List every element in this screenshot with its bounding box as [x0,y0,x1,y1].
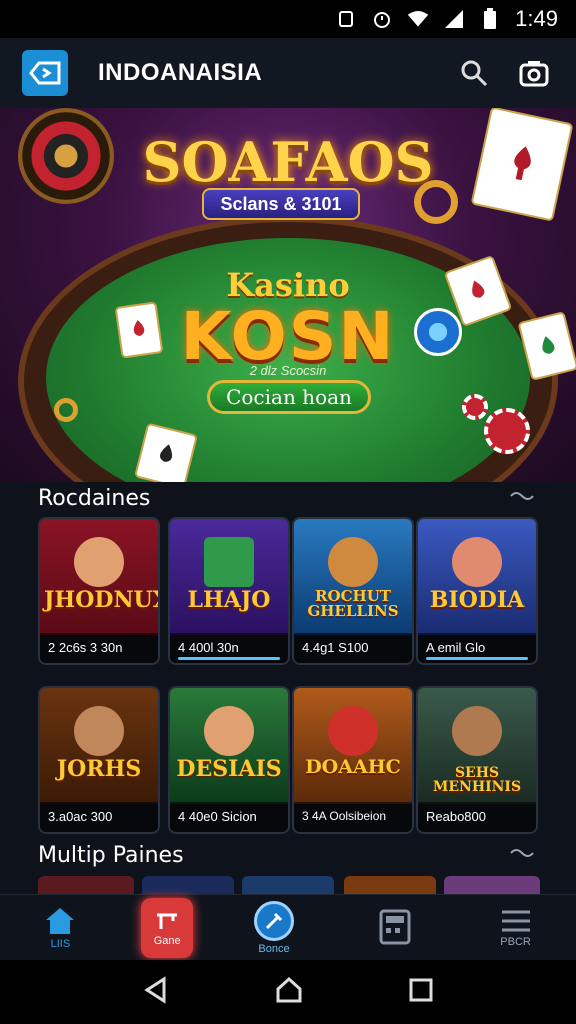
signal-icon [443,8,465,30]
game-title: LHAJO [187,587,271,613]
search-button[interactable] [454,53,494,93]
game-info: 4 40e0 Sicion [170,802,288,832]
blue-chip-icon [414,308,462,356]
nfc-icon [335,8,357,30]
game-info: 3.a0ac 300 [40,802,158,832]
game-title: DOAAHC [305,756,401,778]
game-tile-peek[interactable] [242,876,334,894]
game-title: SEHS MENHINIS [432,765,522,795]
alarm-icon [371,8,393,30]
game-tile-peek[interactable] [38,876,134,894]
tab-home[interactable]: LIIS [20,898,100,958]
game-tile-peek[interactable] [344,876,436,894]
battery-icon [479,8,501,30]
hero-cta-button[interactable]: Cocian hoan [207,380,371,414]
tab-bonus[interactable]: Bonce [234,898,314,958]
wifi-icon [407,8,429,30]
game-title: ROCHUT GHELLINS [307,587,399,620]
character-avatar [328,706,378,756]
hero-caption: 2 dlz Scocsin [249,363,327,378]
gold-ring-icon [54,398,78,422]
game-tile[interactable]: ROCHUT GHELLINS 4.4g1 S100 [292,517,414,665]
chip-icon [462,394,488,420]
recents-icon [409,978,433,1001]
game-title: BIODIA [429,587,525,613]
guitarist-avatar [74,706,124,756]
bottom-tab-bar: LIIS Gane Bonce PBCR [0,894,576,960]
cards-fan-icon [204,537,254,587]
character-avatar [452,537,502,587]
game-tile-peek[interactable] [142,876,234,894]
game-tile[interactable]: JHODNUX 2 2c6s 3 30n [38,517,160,665]
hero-title: SOAFAOS [142,130,434,194]
game-tile[interactable]: LHAJO 4 400l 30n [168,517,290,665]
camera-button[interactable] [514,53,554,93]
status-time: 1:49 [515,6,558,31]
fox-avatar [328,537,378,587]
camera-icon [519,61,549,87]
game-tile[interactable]: DESIAIS 4 40e0 Sicion [168,686,290,834]
section-more-icon[interactable] [510,845,534,864]
gold-horn-icon [414,180,458,224]
system-nav-bar [0,960,576,1024]
recents-button[interactable] [408,977,434,1008]
game-info: 2 2c6s 3 30n [40,633,158,663]
back-button[interactable] [142,975,170,1009]
home-outline-icon [276,976,302,1002]
game-title: JORHS [56,756,142,782]
status-bar: 1:49 [0,0,576,38]
tab-label: LIIS [50,937,71,950]
game-info: 4.4g1 S100 [294,633,412,663]
game-title: JHODNUX [44,587,160,613]
game-title: DESIAIS [176,756,282,782]
search-icon [461,60,488,87]
home-icon [46,907,75,934]
section-title: Rocdaines [38,486,151,511]
hero-subtitle: Sclans & 3101 [202,188,360,220]
app-bar: INDOANAISIA [0,38,576,108]
game-info: Reabo800 [418,802,536,832]
game-tile[interactable]: SEHS MENHINIS Reabo800 [416,686,538,834]
tab-label: PBCR [500,935,531,948]
character-avatar [204,706,254,756]
back-icon [144,975,166,1004]
chip-icon [484,408,530,454]
tab-more[interactable]: PBCR [476,898,556,958]
character-avatar [74,537,124,587]
section-more-icon[interactable] [510,488,534,507]
game-tile[interactable]: JORHS 3.a0ac 300 [38,686,160,834]
tools-icon [253,900,294,941]
tab-calculator[interactable] [355,898,435,958]
progress-bar [426,657,528,660]
app-logo-icon[interactable] [22,50,68,96]
progress-bar [178,657,280,660]
game-tile[interactable]: DOAAHC 3 4A Oolsibeion [292,686,414,834]
game-tile-peek[interactable] [444,876,540,894]
menu-icon [501,910,530,931]
tab-label: Gane [153,934,181,947]
section-title: Multip Paines [38,843,184,868]
game-tile[interactable]: BIODIA A emil Glo [416,517,538,665]
calculator-icon [379,909,411,944]
tab-label: Bonce [258,942,290,955]
hero-banner[interactable]: SOAFAOS Sclans & 3101 Kasino KOSN 2 dlz … [0,108,576,482]
game-info: 3 4A Oolsibeion [294,802,412,832]
home-nav-button[interactable] [275,976,303,1009]
character-avatar [452,706,502,756]
tab-game[interactable]: Gane [141,897,194,958]
game-icon [157,913,178,929]
app-title: INDOANAISIA [98,59,263,86]
